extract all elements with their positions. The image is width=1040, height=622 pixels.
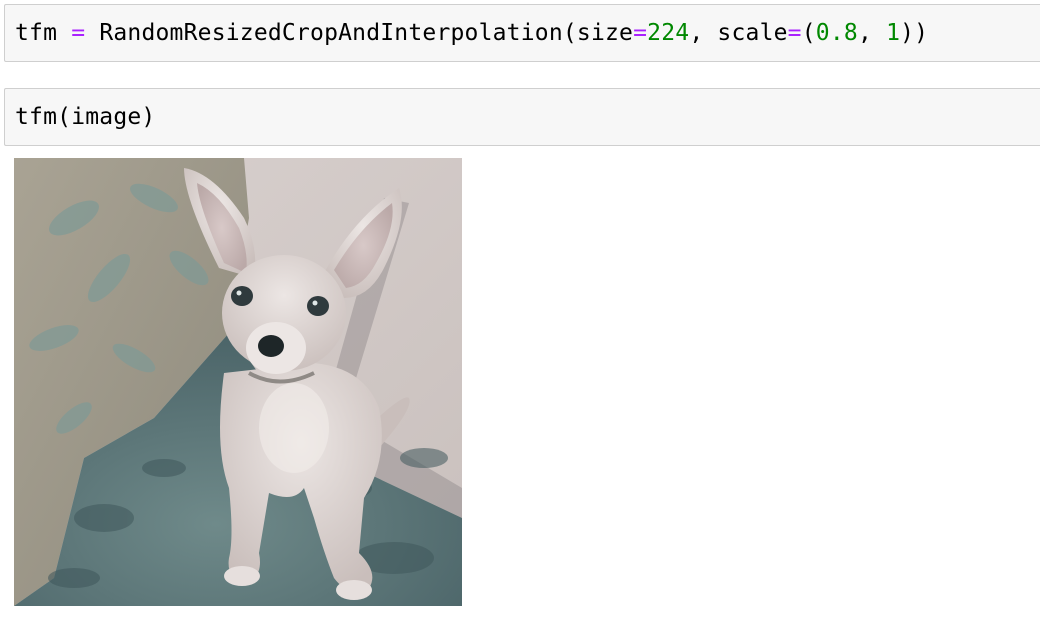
code-token: 1: [886, 20, 901, 46]
code-token: =: [633, 20, 648, 46]
code-cell-1[interactable]: tfm = RandomResizedCropAndInterpolation(…: [4, 4, 1040, 62]
code-token: =: [71, 20, 86, 46]
dog-nose: [258, 335, 284, 357]
notebook: tfm = RandomResizedCropAndInterpolation(…: [0, 0, 1040, 622]
code-token: =: [787, 20, 802, 46]
code-token: , scale: [689, 20, 788, 46]
code-token: tfm(image): [15, 104, 156, 130]
code-token: (: [801, 20, 816, 46]
code-cell-2[interactable]: tfm(image): [4, 88, 1040, 146]
code-token: RandomResizedCropAndInterpolation(size: [85, 20, 634, 46]
dog-eye-right: [307, 296, 329, 316]
code-token: 224: [647, 20, 690, 46]
chihuahua-puppy-image: [14, 158, 462, 606]
dog-front-paw-left: [224, 566, 260, 586]
code-token: tfm: [15, 20, 72, 46]
cell-output-image: [14, 158, 462, 606]
dog-front-paw-right: [336, 580, 372, 600]
code-token: )): [900, 20, 929, 46]
code-token: 0.8: [815, 20, 858, 46]
dog-eye-left: [231, 286, 253, 306]
code-token: ,: [857, 20, 887, 46]
